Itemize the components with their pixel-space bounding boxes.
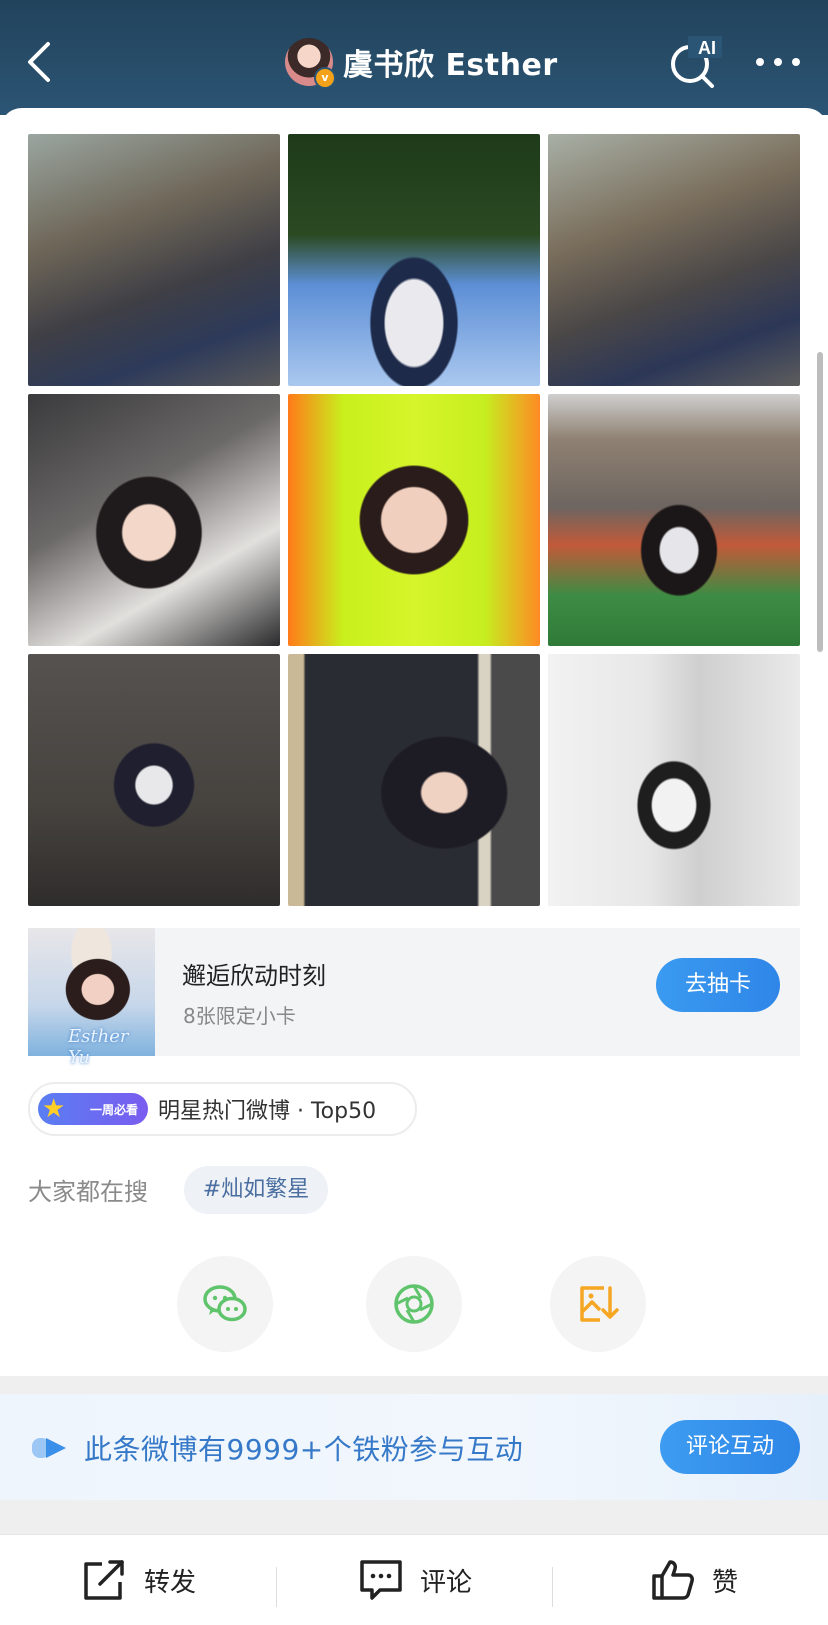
- photo-4[interactable]: [28, 394, 280, 646]
- comment-icon: [360, 1560, 402, 1600]
- photo-1[interactable]: [28, 134, 280, 386]
- fan-arrow-icon: [32, 1438, 66, 1458]
- photo-2[interactable]: [288, 134, 540, 386]
- bottom-action-bar: 转发 评论 赞: [0, 1534, 828, 1625]
- hot-ranking-chip[interactable]: ★ 一周必看 明星热门微博 · Top50: [28, 1082, 417, 1136]
- ai-search-icon[interactable]: AI: [666, 34, 726, 90]
- scrollbar[interactable]: [817, 352, 823, 652]
- back-icon[interactable]: [18, 38, 58, 86]
- photo-9[interactable]: [548, 654, 800, 906]
- repost-label: 转发: [144, 1567, 197, 1598]
- fan-interaction-bar: 此条微博有9999+个铁粉参与互动 评论互动: [0, 1394, 828, 1500]
- wechat-icon: [203, 1285, 247, 1322]
- share-moments-button[interactable]: [366, 1256, 462, 1352]
- verified-badge-icon: v: [314, 67, 336, 89]
- comment-label: 评论: [420, 1567, 473, 1598]
- promo-subtitle: 8张限定小卡: [183, 1004, 296, 1028]
- photo-grid: [28, 134, 801, 906]
- promo-thumbnail: Esther Yu: [28, 928, 155, 1068]
- repost-icon: [84, 1560, 124, 1600]
- avatar[interactable]: v: [285, 38, 336, 89]
- share-wechat-button[interactable]: [177, 1256, 273, 1352]
- like-button[interactable]: 赞: [650, 1535, 738, 1625]
- fan-interaction-text: 此条微博有9999+个铁粉参与互动: [84, 1433, 524, 1466]
- bar-divider: [552, 1567, 553, 1607]
- more-icon[interactable]: [752, 52, 804, 72]
- bar-divider: [276, 1567, 277, 1607]
- comment-interaction-button[interactable]: 评论互动: [660, 1420, 800, 1474]
- photo-5[interactable]: [288, 394, 540, 646]
- account-name[interactable]: 虞书欣 Esther: [343, 40, 558, 84]
- section-divider: [0, 1500, 828, 1534]
- ai-label: AI: [698, 38, 716, 58]
- trending-search-label: 大家都在搜: [28, 1178, 148, 1206]
- comment-button[interactable]: 评论: [358, 1535, 472, 1625]
- draw-card-button[interactable]: 去抽卡: [656, 958, 780, 1012]
- card-draw-promo[interactable]: Esther Yu 邂逅欣动时刻 8张限定小卡 去抽卡: [28, 928, 800, 1068]
- like-label: 赞: [712, 1567, 739, 1598]
- photo-7[interactable]: [28, 654, 280, 906]
- trending-topic-tag[interactable]: #灿如繁星: [184, 1166, 328, 1214]
- photo-3[interactable]: [548, 134, 800, 386]
- repost-button[interactable]: 转发: [82, 1535, 196, 1625]
- photo-8[interactable]: [288, 654, 540, 906]
- moments-icon: [394, 1284, 434, 1324]
- star-icon: ★: [42, 1094, 66, 1124]
- promo-title: 邂逅欣动时刻: [182, 962, 326, 990]
- section-divider: [0, 1376, 828, 1394]
- save-image-button[interactable]: [550, 1256, 646, 1352]
- promo-signature: Esther Yu: [68, 1026, 129, 1068]
- profile-header[interactable]: v 虞书欣 Esther: [285, 36, 558, 89]
- hot-ranking-text: 明星热门微博 · Top50: [158, 1099, 377, 1124]
- badge-label: 一周必看: [89, 1102, 138, 1117]
- thumbs-up-icon: [652, 1560, 694, 1600]
- save-image-icon: [580, 1286, 619, 1322]
- weekly-must-see-badge: ★ 一周必看: [38, 1093, 148, 1125]
- top-bar: v 虞书欣 Esther AI: [0, 0, 828, 115]
- photo-6[interactable]: [548, 394, 800, 646]
